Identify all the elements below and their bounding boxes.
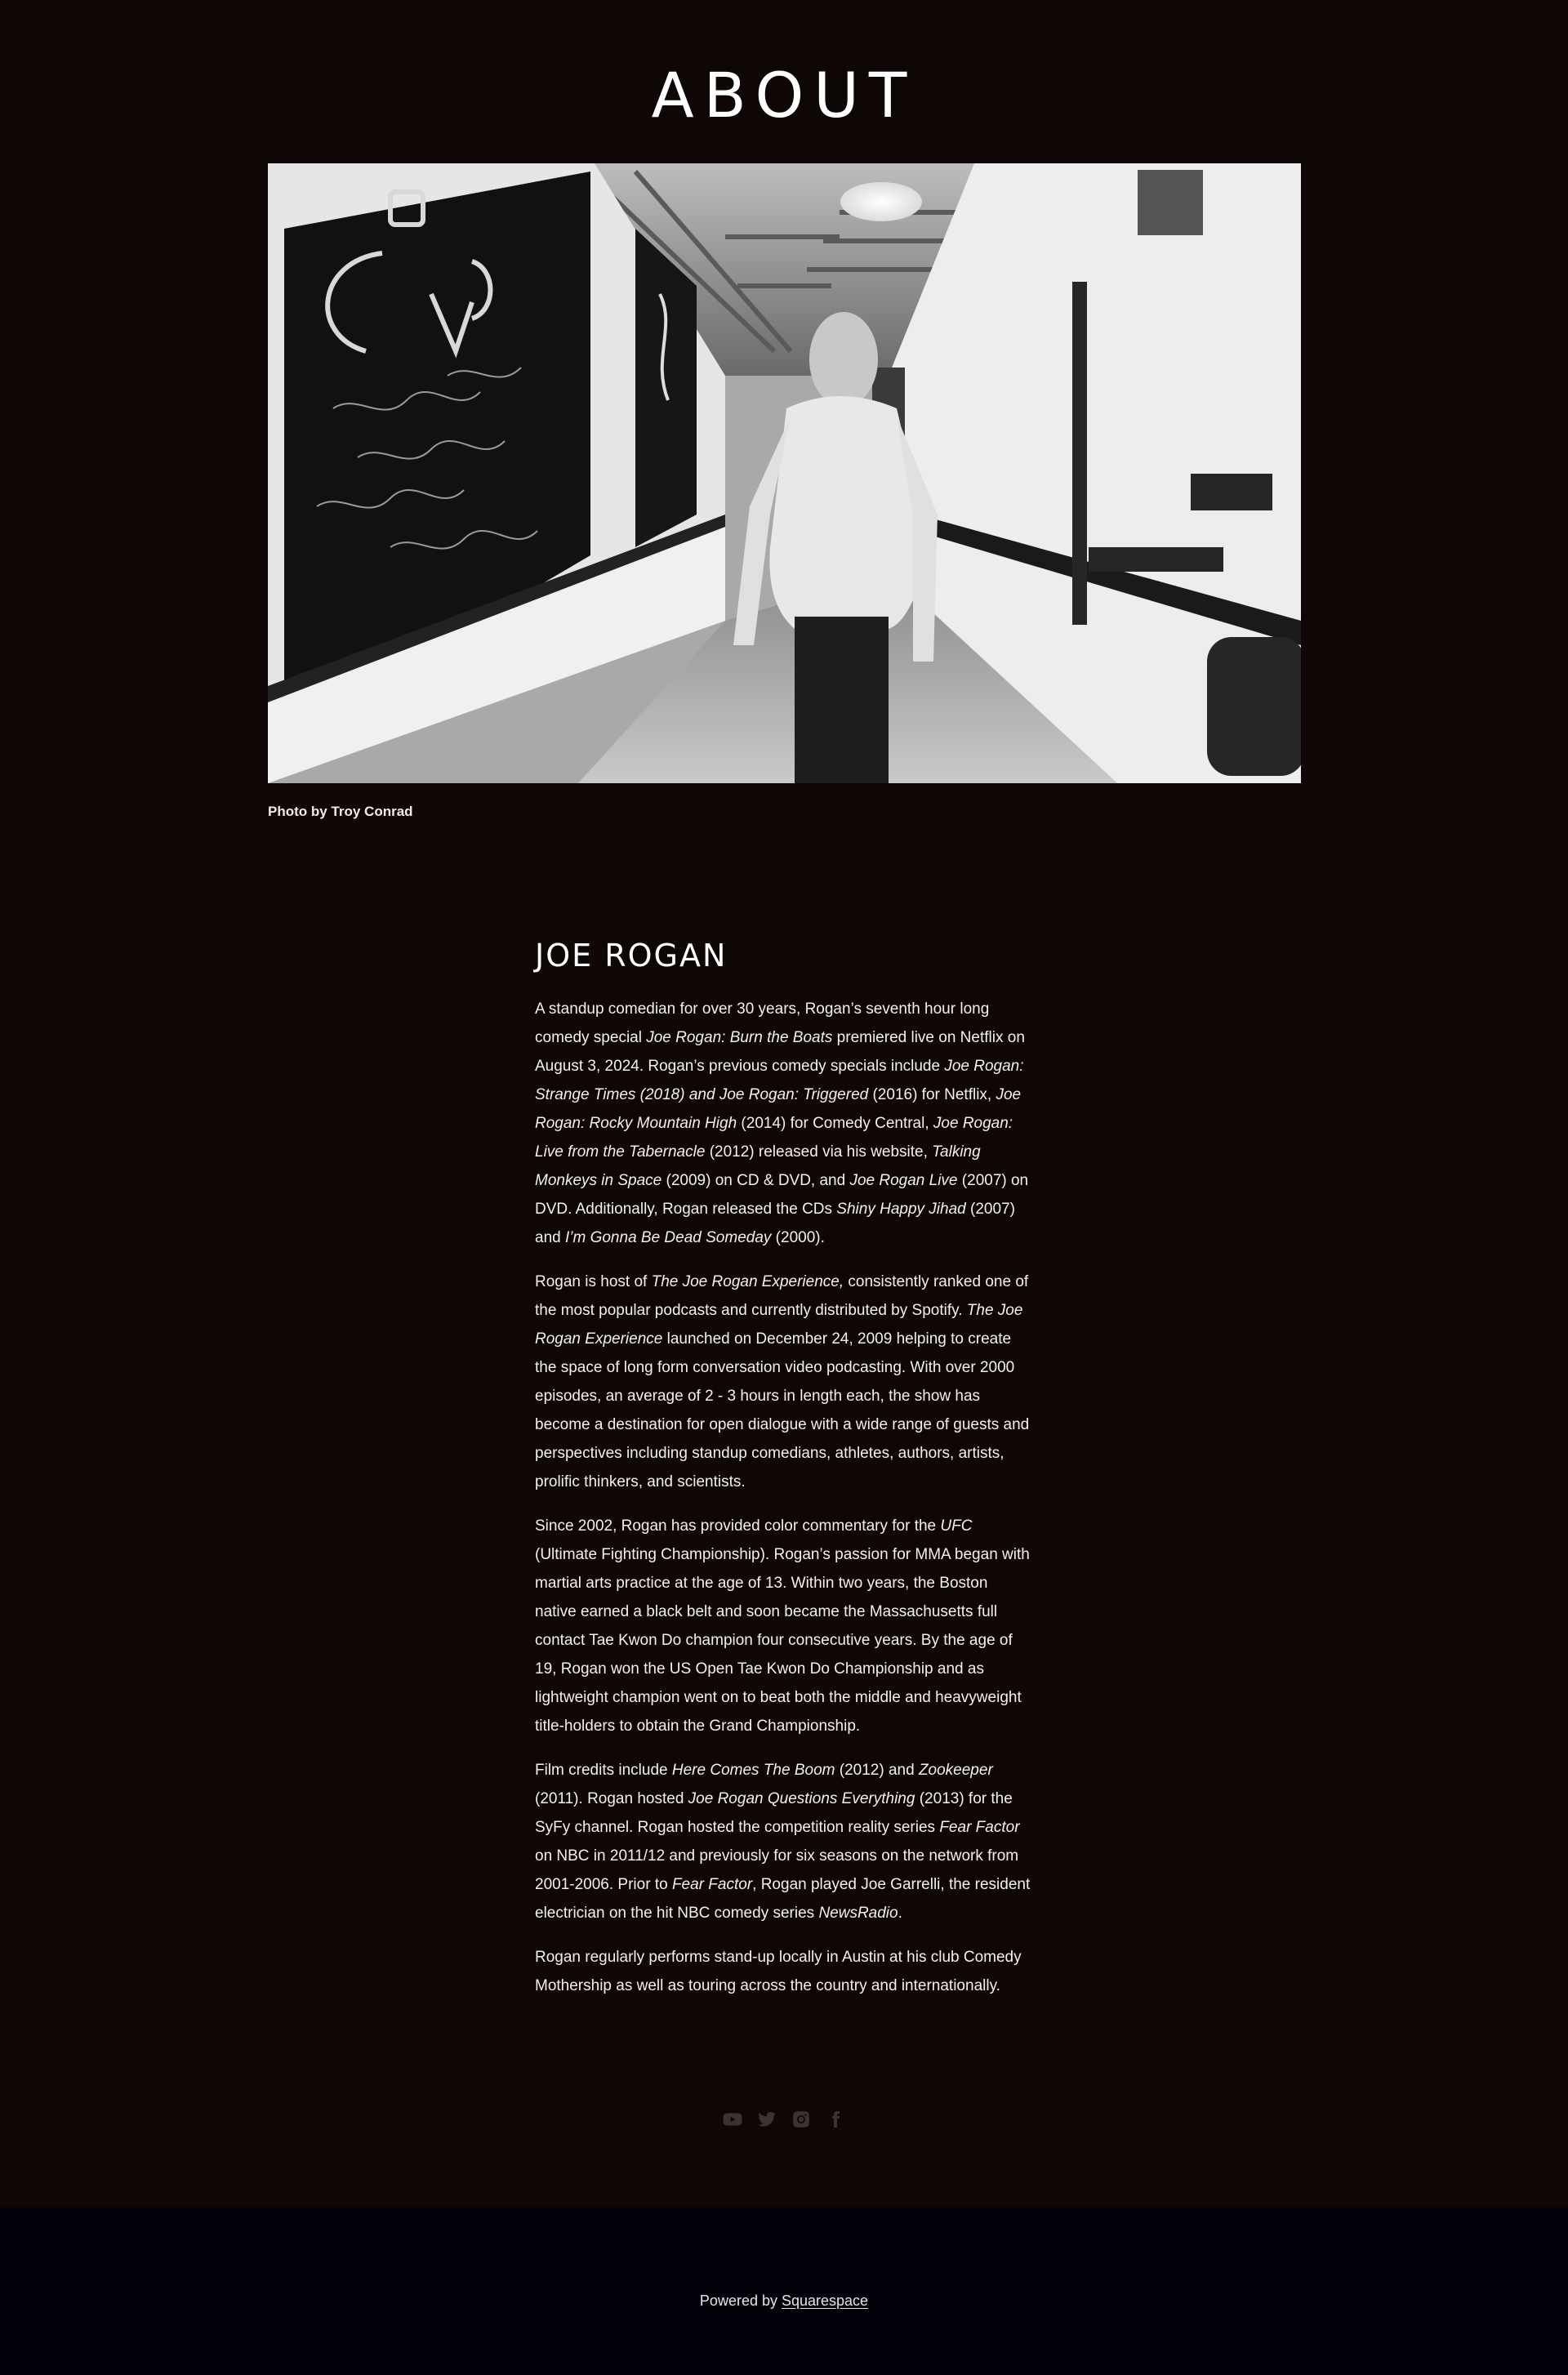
bio-paragraph: Since 2002, Rogan has provided color com… — [535, 1512, 1033, 1740]
bio-italic-title: Joe Rogan Live — [849, 1172, 958, 1189]
instagram-icon[interactable] — [791, 2109, 812, 2130]
bio-italic-title: Fear Factor — [939, 1819, 1020, 1836]
bio-italic-title: NewsRadio — [818, 1905, 898, 1922]
powered-by-text: Powered by — [699, 2293, 782, 2309]
youtube-icon[interactable] — [722, 2109, 743, 2130]
bio-text: launched on December 24, 2009 helping to… — [535, 1330, 1030, 1491]
bio-paragraph: A standup comedian for over 30 years, Ro… — [535, 995, 1033, 1252]
bio-text: (2011). Rogan hosted — [535, 1790, 688, 1807]
bio-section: JOE ROGAN A standup comedian for over 30… — [535, 938, 1033, 2016]
powered-by: Powered by Squarespace — [0, 2293, 1568, 2310]
about-page: ABOUT Photo by Troy Conrad JOE ROGAN A s… — [0, 0, 1568, 2375]
bio-text: (2012) released via his website, — [705, 1143, 933, 1161]
bio-text: . — [898, 1905, 902, 1922]
hero-photo-image — [268, 163, 1301, 783]
bio-italic-title: Here Comes The Boom — [671, 1762, 835, 1779]
photo-caption: Photo by Troy Conrad — [268, 804, 413, 819]
bio-text: Rogan is host of — [535, 1273, 652, 1290]
bio-text: (2012) and — [835, 1762, 919, 1779]
bio-text: (2009) on CD & DVD, and — [662, 1172, 850, 1189]
bio-italic-title: Fear Factor — [671, 1876, 753, 1893]
bio-paragraph: Rogan is host of The Joe Rogan Experienc… — [535, 1268, 1033, 1496]
bio-paragraph: Rogan regularly performs stand-up locall… — [535, 1943, 1033, 2000]
bio-paragraphs: A standup comedian for over 30 years, Ro… — [535, 995, 1033, 2000]
bio-text: (2016) for Netflix, — [868, 1086, 996, 1103]
social-links — [0, 2109, 1568, 2130]
bio-text: (2000). — [771, 1229, 825, 1246]
footer: Powered by Squarespace — [0, 2208, 1568, 2375]
bio-italic-title: Joe Rogan Questions Everything — [688, 1790, 915, 1807]
bio-text: (2014) for Comedy Central, — [737, 1115, 933, 1132]
bio-title: JOE ROGAN — [535, 938, 728, 974]
twitter-icon[interactable] — [756, 2109, 777, 2130]
facebook-icon[interactable] — [825, 2109, 846, 2130]
bio-italic-title: Shiny Happy Jihad — [836, 1201, 966, 1218]
bio-italic-title: Zookeeper — [918, 1762, 993, 1779]
bio-text: Since 2002, Rogan has provided color com… — [535, 1517, 941, 1535]
bio-italic-title: I’m Gonna Be Dead Someday — [564, 1229, 772, 1246]
hero-photo — [268, 163, 1301, 783]
bio-text: Film credits include — [535, 1762, 672, 1779]
bio-text: (Ultimate Fighting Championship). Rogan’… — [535, 1546, 1030, 1735]
bio-paragraph: Film credits include Here Comes The Boom… — [535, 1756, 1033, 1927]
page-title: ABOUT — [651, 59, 917, 131]
bio-text: Rogan regularly performs stand-up locall… — [535, 1949, 1022, 1994]
bio-italic-title: UFC — [940, 1517, 973, 1535]
bio-italic-title: Joe Rogan: Burn the Boats — [646, 1029, 833, 1046]
bio-italic-title: The Joe Rogan Experience, — [651, 1273, 844, 1290]
squarespace-link[interactable]: Squarespace — [782, 2293, 868, 2309]
